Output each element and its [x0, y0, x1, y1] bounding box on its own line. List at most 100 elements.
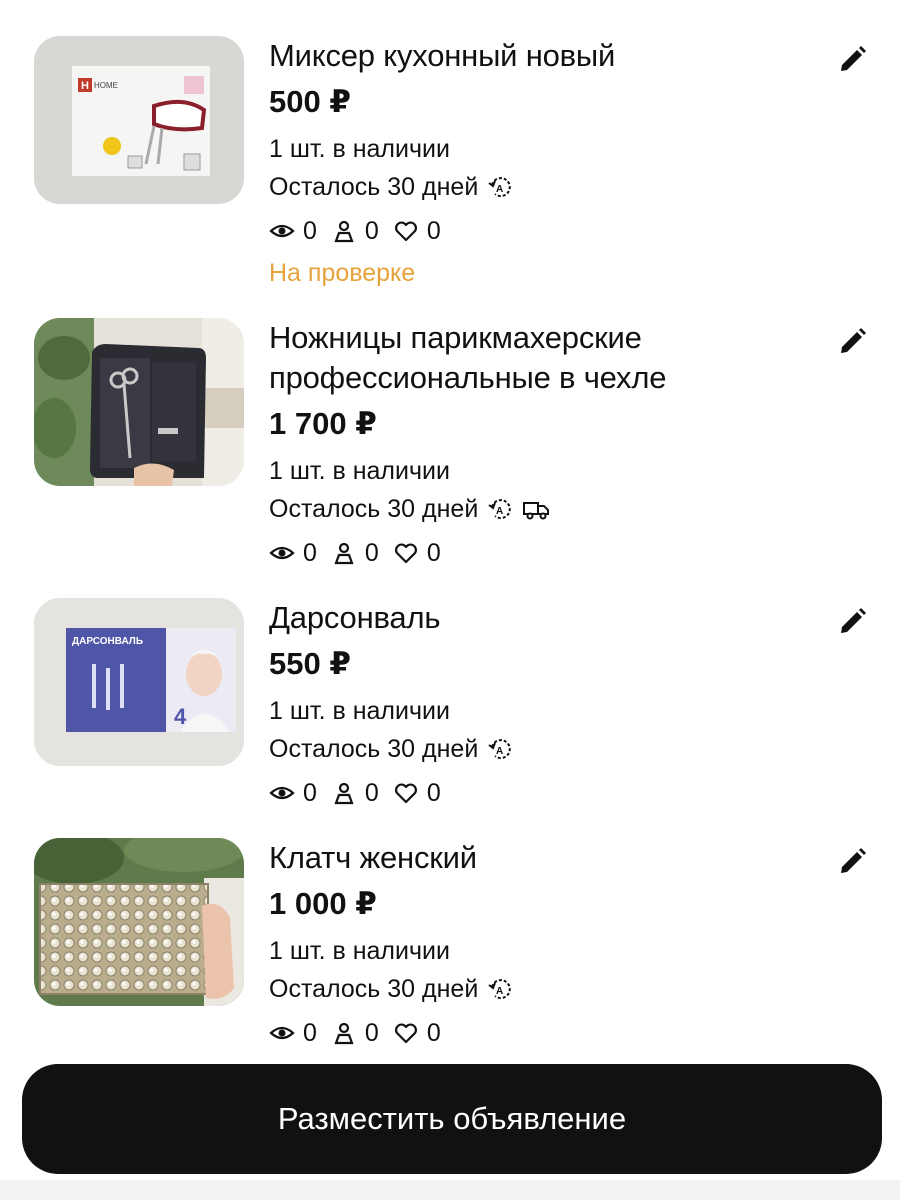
clutch-image: [34, 838, 244, 1006]
views-stat: 0: [269, 1018, 317, 1048]
listing-item[interactable]: H HOME Миксер кухонный новый 500 ₽ 1 шт.…: [0, 36, 900, 296]
listing-price: 1 700 ₽: [269, 406, 377, 441]
auto-renew-icon: A: [486, 173, 514, 201]
listing-info: Дарсонваль 550 ₽ 1 шт. в наличии Осталос…: [269, 598, 789, 808]
contacts-stat: 0: [331, 1018, 379, 1048]
pencil-icon: [841, 46, 866, 71]
favorites-stat: 0: [393, 778, 441, 808]
pencil-icon: [841, 848, 866, 873]
listing-info: Ножницы парикмахерские профессиональные …: [269, 318, 789, 568]
contacts-count: 0: [364, 217, 379, 245]
listing-title[interactable]: Дарсонваль: [269, 598, 789, 638]
truck-icon: [522, 495, 550, 523]
listing-days-left: Осталось 30 дней A: [269, 734, 789, 764]
listing-image-scissors[interactable]: [34, 318, 244, 486]
views-stat: 0: [269, 538, 317, 568]
listing-stock: 1 шт. в наличии: [269, 456, 789, 486]
favorites-count: 0: [426, 1019, 441, 1047]
days-left-text: Осталось 30 дней: [269, 173, 479, 201]
views-stat: 0: [269, 216, 317, 246]
days-left-text: Осталось 30 дней: [269, 975, 479, 1003]
svg-text:A: A: [496, 184, 503, 195]
favorites-count: 0: [426, 539, 441, 567]
days-left-text: Осталось 30 дней: [269, 735, 479, 763]
edit-button[interactable]: [836, 606, 868, 638]
eye-icon: [269, 786, 295, 800]
auto-renew-icon: A: [486, 735, 514, 763]
edit-button[interactable]: [836, 846, 868, 878]
listing-image-clutch[interactable]: [34, 838, 244, 1006]
contacts-stat: 0: [331, 778, 379, 808]
stock-text: 1 шт. в наличии: [269, 937, 450, 965]
stock-text: 1 шт. в наличии: [269, 135, 450, 163]
bottom-bar: [0, 1180, 900, 1200]
pencil-icon: [841, 608, 866, 633]
days-left-text: Осталось 30 дней: [269, 495, 479, 523]
favorites-count: 0: [426, 217, 441, 245]
contacts-count: 0: [364, 539, 379, 567]
listing-info: Клатч женский 1 000 ₽ 1 шт. в наличии Ос…: [269, 838, 789, 1048]
heart-icon: [394, 1023, 417, 1044]
listing-price: 550 ₽: [269, 646, 351, 681]
person-icon: [334, 220, 354, 243]
svg-text:A: A: [496, 506, 503, 517]
svg-text:H: H: [81, 80, 89, 92]
listing-item[interactable]: Клатч женский 1 000 ₽ 1 шт. в наличии Ос…: [0, 838, 900, 1058]
listing-stats: 0 0 0: [269, 538, 789, 568]
eye-icon: [269, 546, 295, 560]
views-count: 0: [303, 539, 317, 567]
person-icon: [334, 1022, 354, 1045]
listing-price: 1 000 ₽: [269, 886, 377, 921]
contacts-stat: 0: [331, 216, 379, 246]
listing-title[interactable]: Ножницы парикмахерские профессиональные …: [269, 318, 709, 398]
listing-price: 500 ₽: [269, 84, 351, 119]
eye-icon: [269, 1026, 295, 1040]
image-product-text: ДАРСОНВАЛЬ: [72, 636, 143, 647]
listing-stock: 1 шт. в наличии: [269, 936, 789, 966]
auto-renew-icon: A: [486, 975, 514, 1003]
views-count: 0: [303, 779, 317, 807]
scissors-case-image: [34, 318, 244, 486]
person-icon: [334, 542, 354, 565]
listing-item[interactable]: Ножницы парикмахерские профессиональные …: [0, 318, 900, 578]
views-count: 0: [303, 1019, 317, 1047]
status-badge: На проверке: [269, 259, 416, 287]
listing-days-left: Осталось 30 дней A: [269, 172, 789, 202]
svg-text:A: A: [496, 986, 503, 997]
listing-title[interactable]: Клатч женский: [269, 838, 789, 878]
heart-icon: [394, 543, 417, 564]
pencil-icon: [841, 328, 866, 353]
image-number-text: 4: [174, 704, 187, 729]
favorites-stat: 0: [393, 1018, 441, 1048]
mixer-box-image: H HOME: [34, 36, 244, 204]
listing-days-left: Осталось 30 дней A: [269, 494, 789, 524]
heart-icon: [394, 221, 417, 242]
edit-button[interactable]: [836, 326, 868, 358]
views-count: 0: [303, 217, 317, 245]
contacts-count: 0: [364, 1019, 379, 1047]
listing-info: Миксер кухонный новый 500 ₽ 1 шт. в нали…: [269, 36, 789, 288]
heart-icon: [394, 783, 417, 804]
favorites-stat: 0: [393, 538, 441, 568]
listing-stats: 0 0 0: [269, 778, 789, 808]
listing-title[interactable]: Миксер кухонный новый: [269, 36, 789, 76]
listing-stats: 0 0 0: [269, 216, 789, 246]
listing-days-left: Осталось 30 дней A: [269, 974, 789, 1004]
edit-button[interactable]: [836, 44, 868, 76]
listing-stock: 1 шт. в наличии: [269, 134, 789, 164]
listing-stats: 0 0 0: [269, 1018, 789, 1048]
listing-image-mixer[interactable]: H HOME: [34, 36, 244, 204]
listing-item[interactable]: ДАРСОНВАЛЬ 4 Дарсонваль 550 ₽ 1 шт. в на…: [0, 598, 900, 818]
listing-stock: 1 шт. в наличии: [269, 696, 789, 726]
listing-image-darsonval[interactable]: ДАРСОНВАЛЬ 4: [34, 598, 244, 766]
post-listing-button[interactable]: Разместить объявление: [22, 1064, 882, 1174]
favorites-stat: 0: [393, 216, 441, 246]
views-stat: 0: [269, 778, 317, 808]
eye-icon: [269, 224, 295, 238]
contacts-count: 0: [364, 779, 379, 807]
darsonval-box-image: ДАРСОНВАЛЬ 4: [34, 598, 244, 766]
person-icon: [334, 782, 354, 805]
stock-text: 1 шт. в наличии: [269, 697, 450, 725]
stock-text: 1 шт. в наличии: [269, 457, 450, 485]
favorites-count: 0: [426, 779, 441, 807]
